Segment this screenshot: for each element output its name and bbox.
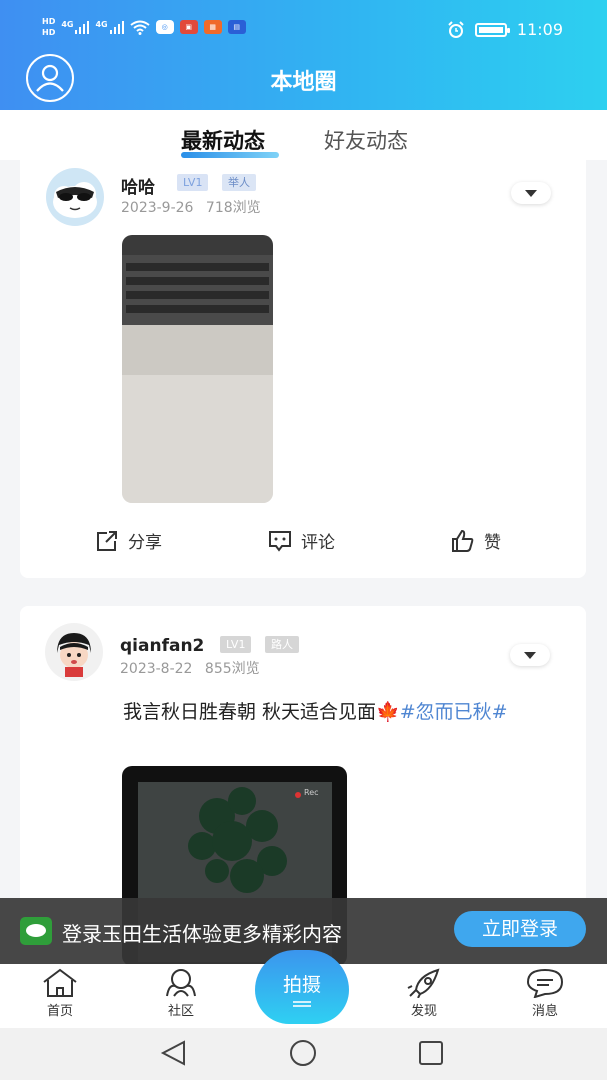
post-username[interactable]: qianfan2	[120, 636, 204, 656]
post-username[interactable]: 哈哈	[121, 173, 155, 198]
status-right: 11:09	[447, 20, 563, 39]
share-button[interactable]: 分享	[94, 528, 162, 553]
app-header: HD HD 4G 4G ◎ ▣ ▦ ▤ 11:09 本地圈	[0, 0, 607, 110]
community-icon	[166, 969, 196, 997]
recents-icon[interactable]	[419, 1041, 443, 1065]
login-button[interactable]: 立即登录	[454, 911, 586, 947]
shoot-label: 拍摄	[282, 974, 321, 996]
post-menu-dropdown[interactable]	[511, 182, 551, 204]
alarm-icon	[448, 20, 464, 38]
comment-icon	[269, 530, 291, 552]
post-card: 哈哈 LV1 举人 2023-9-26 718浏览 分享 评论 赞	[20, 160, 586, 578]
hd-label-2: HD	[42, 28, 56, 37]
like-label: 赞	[484, 533, 501, 553]
thumbs-up-icon	[452, 529, 474, 552]
signal-1: 4G	[61, 20, 90, 34]
news-app-icon: ▣	[179, 20, 198, 34]
status-bar: HD HD 4G 4G ◎ ▣ ▦ ▤ 11:09	[0, 12, 607, 46]
tab-latest[interactable]: 最新动态	[181, 125, 265, 155]
signal-bars-icon	[109, 20, 124, 34]
post-date: 2023-9-26	[121, 200, 194, 216]
post-menu-dropdown[interactable]	[510, 644, 550, 666]
nav-discover-label: 发现	[410, 1004, 437, 1019]
shoot-lines-icon	[293, 1001, 311, 1007]
like-button[interactable]: 赞	[450, 528, 501, 553]
post-body: 我言秋日胜春朝 秋天适合见面🍁	[123, 701, 400, 723]
system-nav-bar	[0, 1028, 607, 1080]
share-label: 分享	[128, 533, 162, 553]
share-icon	[97, 530, 117, 551]
system-nav-icons	[160, 1040, 443, 1066]
hd-label-1: HD	[42, 17, 56, 26]
keyboard-photo	[122, 235, 273, 503]
avatar-cloud-image	[53, 182, 97, 218]
post-meta: 2023-8-22 855浏览	[120, 658, 260, 678]
nav-discover[interactable]: 发现	[384, 964, 464, 1019]
nav-messages-label: 消息	[531, 1004, 558, 1019]
role-badge: 举人	[222, 174, 256, 191]
browser-app-icon: ▤	[227, 20, 246, 34]
rocket-icon	[407, 968, 440, 998]
avatar-cartoon-image	[57, 633, 91, 677]
level-badge: LV1	[177, 174, 209, 191]
signal-2: 4G	[95, 20, 124, 34]
post-date: 2023-8-22	[120, 661, 193, 677]
nav-community-label: 社区	[167, 1004, 194, 1019]
comment-label: 评论	[301, 533, 335, 553]
shoot-button[interactable]: 拍摄	[255, 950, 349, 1024]
message-icon	[526, 968, 564, 998]
post-meta: 2023-9-26 718浏览	[121, 197, 261, 217]
comment-button[interactable]: 评论	[267, 528, 335, 553]
shop-app-icon: ▦	[203, 20, 222, 34]
rec-indicator: Rec	[304, 788, 319, 797]
nav-home-label: 首页	[46, 1004, 73, 1019]
post-text: 我言秋日胜春朝 秋天适合见面🍁#忽而已秋#	[123, 696, 568, 728]
signal-bars-icon	[75, 20, 90, 34]
login-prompt: 登录玉田生活体验更多精彩内容	[62, 922, 342, 946]
hd-indicator: HD HD	[42, 16, 55, 38]
tab-active-indicator	[181, 152, 279, 158]
network-type-2: 4G	[95, 20, 108, 29]
avatar[interactable]	[46, 168, 104, 226]
post-hashtag[interactable]: #忽而已秋#	[400, 701, 508, 723]
battery-icon	[474, 22, 510, 37]
nav-home[interactable]: 首页	[20, 964, 100, 1019]
feed-tabs: 最新动态 好友动态	[0, 110, 607, 160]
home-icon	[43, 968, 77, 997]
nav-messages[interactable]: 消息	[505, 964, 585, 1019]
post-image[interactable]	[122, 235, 273, 503]
wifi-icon	[130, 20, 150, 35]
chat-app-icon: ◎	[155, 20, 174, 34]
role-badge: 路人	[265, 636, 299, 653]
nav-community[interactable]: 社区	[141, 964, 221, 1019]
back-icon[interactable]	[160, 1040, 185, 1066]
status-left: HD HD 4G 4G ◎ ▣ ▦ ▤	[42, 16, 246, 38]
post-views: 855浏览	[204, 661, 260, 677]
network-type-1: 4G	[61, 20, 74, 29]
status-time: 11:09	[516, 20, 563, 39]
home-circle-icon[interactable]	[290, 1040, 316, 1066]
yutian-logo-icon	[20, 917, 52, 945]
avatar[interactable]	[45, 623, 103, 681]
tab-friends[interactable]: 好友动态	[324, 125, 408, 155]
post-views: 718浏览	[205, 200, 261, 216]
page-title: 本地圈	[270, 70, 337, 95]
level-badge: LV1	[220, 636, 252, 653]
